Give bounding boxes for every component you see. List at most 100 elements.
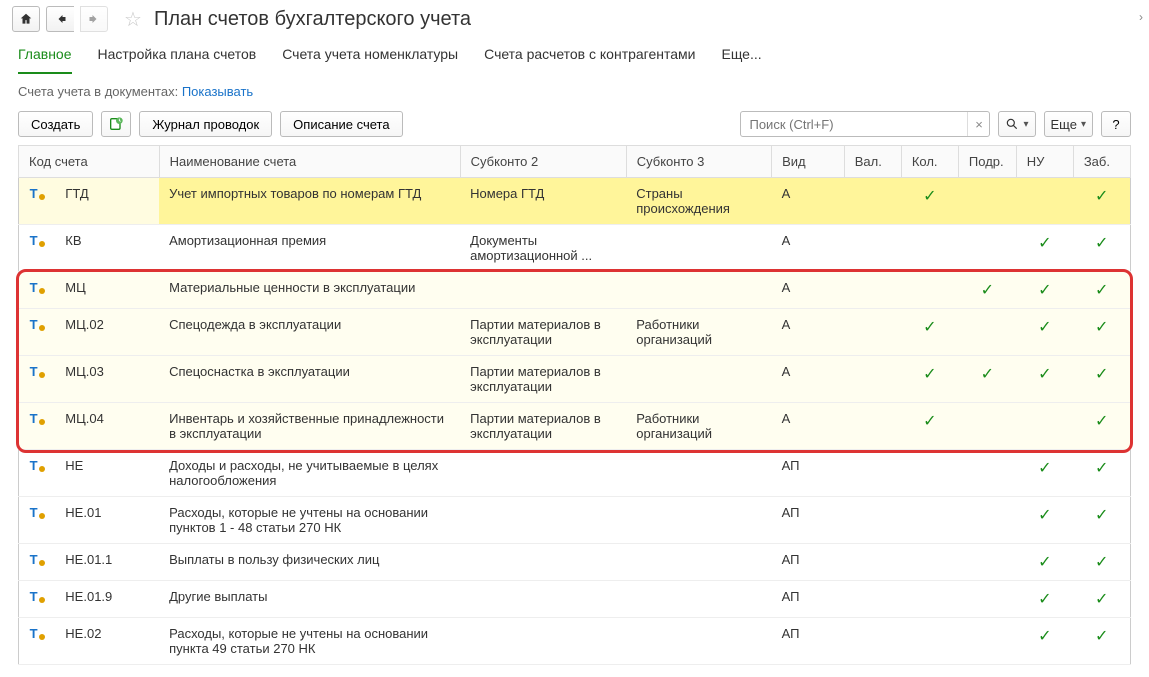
cell-kol (901, 618, 958, 665)
home-button[interactable] (12, 6, 40, 32)
cell-sub3: Работники организаций (626, 309, 771, 356)
cell-zab: ✓ (1073, 356, 1130, 403)
cell-podr (958, 403, 1016, 450)
col-val[interactable]: Вал. (844, 146, 901, 178)
table-row[interactable]: ТГТДУчет импортных товаров по номерам ГТ… (19, 178, 1131, 225)
cell-val (844, 497, 901, 544)
cell-sub2: Партии материалов в эксплуатации (460, 356, 626, 403)
favorite-star-icon[interactable]: ☆ (124, 7, 142, 32)
tab-4[interactable]: Еще... (721, 40, 761, 74)
expand-arrow-icon[interactable]: › (1139, 10, 1143, 24)
cell-name: Учет импортных товаров по номерам ГТД (159, 178, 460, 225)
cell-name: Амортизационная премия (159, 225, 460, 272)
cell-code: МЦ (55, 272, 159, 309)
cell-code: МЦ.03 (55, 356, 159, 403)
cell-sub2 (460, 544, 626, 581)
search-mode-dropdown[interactable]: ▾ (998, 111, 1035, 137)
cell-name: Выплаты в пользу физических лиц (159, 544, 460, 581)
cell-kol (901, 225, 958, 272)
more-label: Еще (1051, 117, 1077, 132)
table-row[interactable]: ТНЕ.01.9Другие выплатыАП✓✓ (19, 581, 1131, 618)
settings-subline: Счета учета в документах: Показывать (0, 74, 1149, 103)
nav-forward-button[interactable] (80, 6, 108, 32)
col-vid[interactable]: Вид (772, 146, 845, 178)
col-kol[interactable]: Кол. (901, 146, 958, 178)
col-code[interactable]: Код счета (19, 146, 160, 178)
cell-nu: ✓ (1016, 356, 1073, 403)
tab-2[interactable]: Счета учета номенклатуры (282, 40, 458, 74)
cell-kol (901, 272, 958, 309)
cell-podr (958, 618, 1016, 665)
cell-nu: ✓ (1016, 272, 1073, 309)
help-button[interactable]: ? (1101, 111, 1131, 137)
row-type-icon: Т (19, 309, 56, 356)
cell-kol: ✓ (901, 403, 958, 450)
col-sub2[interactable]: Субконто 2 (460, 146, 626, 178)
cell-code: ГТД (55, 178, 159, 225)
cell-zab: ✓ (1073, 272, 1130, 309)
cell-sub3 (626, 272, 771, 309)
cell-nu (1016, 178, 1073, 225)
table-row[interactable]: ТНЕ.01.1Выплаты в пользу физических лицА… (19, 544, 1131, 581)
col-nu[interactable]: НУ (1016, 146, 1073, 178)
search-input[interactable] (741, 117, 967, 132)
table-row[interactable]: ТМЦ.03Спецоснастка в эксплуатацииПартии … (19, 356, 1131, 403)
cell-zab: ✓ (1073, 450, 1130, 497)
cell-code: МЦ.02 (55, 309, 159, 356)
cell-code: МЦ.04 (55, 403, 159, 450)
cell-name: Материальные ценности в эксплуатации (159, 272, 460, 309)
nav-back-button[interactable] (46, 6, 74, 32)
cell-sub3 (626, 225, 771, 272)
table-row[interactable]: ТМЦ.02Спецодежда в эксплуатацииПартии ма… (19, 309, 1131, 356)
cell-name: Доходы и расходы, не учитываемые в целях… (159, 450, 460, 497)
tab-3[interactable]: Счета расчетов с контрагентами (484, 40, 695, 74)
cell-kol (901, 450, 958, 497)
cell-val (844, 272, 901, 309)
table-row[interactable]: ТМЦМатериальные ценности в эксплуатацииА… (19, 272, 1131, 309)
cell-podr (958, 581, 1016, 618)
table-row[interactable]: ТНЕ.01Расходы, которые не учтены на осно… (19, 497, 1131, 544)
search-clear-button[interactable]: × (967, 112, 989, 136)
more-dropdown[interactable]: Еще ▾ (1044, 111, 1093, 137)
cell-sub2 (460, 450, 626, 497)
cell-sub3 (626, 618, 771, 665)
cell-val (844, 450, 901, 497)
table-header-row: Код счета Наименование счета Субконто 2 … (19, 146, 1131, 178)
search-field[interactable]: × (740, 111, 990, 137)
row-type-icon: Т (19, 178, 56, 225)
cell-nu: ✓ (1016, 618, 1073, 665)
col-name[interactable]: Наименование счета (159, 146, 460, 178)
cell-sub2: Номера ГТД (460, 178, 626, 225)
cell-vid: А (772, 356, 845, 403)
cell-kol: ✓ (901, 178, 958, 225)
cell-podr (958, 178, 1016, 225)
row-type-icon: Т (19, 403, 56, 450)
table-row[interactable]: ТКВАмортизационная премияДокументы аморт… (19, 225, 1131, 272)
cell-val (844, 356, 901, 403)
row-type-icon: Т (19, 581, 56, 618)
cell-zab: ✓ (1073, 497, 1130, 544)
journal-button[interactable]: Журнал проводок (139, 111, 272, 137)
cell-zab: ✓ (1073, 581, 1130, 618)
describe-button[interactable]: Описание счета (280, 111, 402, 137)
col-sub3[interactable]: Субконто 3 (626, 146, 771, 178)
cell-kol (901, 581, 958, 618)
tab-1[interactable]: Настройка плана счетов (98, 40, 257, 74)
create-button[interactable]: Создать (18, 111, 93, 137)
row-type-icon: Т (19, 618, 56, 665)
page-title: План счетов бухгалтерского учета (154, 8, 471, 31)
cell-sub3 (626, 356, 771, 403)
cell-podr (958, 544, 1016, 581)
col-podr[interactable]: Подр. (958, 146, 1016, 178)
table-row[interactable]: ТНЕ.02Расходы, которые не учтены на осно… (19, 618, 1131, 665)
subline-link[interactable]: Показывать (182, 84, 253, 99)
table-row[interactable]: ТМЦ.04Инвентарь и хозяйственные принадле… (19, 403, 1131, 450)
table-row[interactable]: ТНЕДоходы и расходы, не учитываемые в це… (19, 450, 1131, 497)
cell-vid: АП (772, 497, 845, 544)
cell-vid: АП (772, 450, 845, 497)
cell-podr: ✓ (958, 356, 1016, 403)
col-zab[interactable]: Заб. (1073, 146, 1130, 178)
tab-0[interactable]: Главное (18, 40, 72, 74)
refresh-button[interactable] (101, 111, 131, 137)
cell-val (844, 178, 901, 225)
